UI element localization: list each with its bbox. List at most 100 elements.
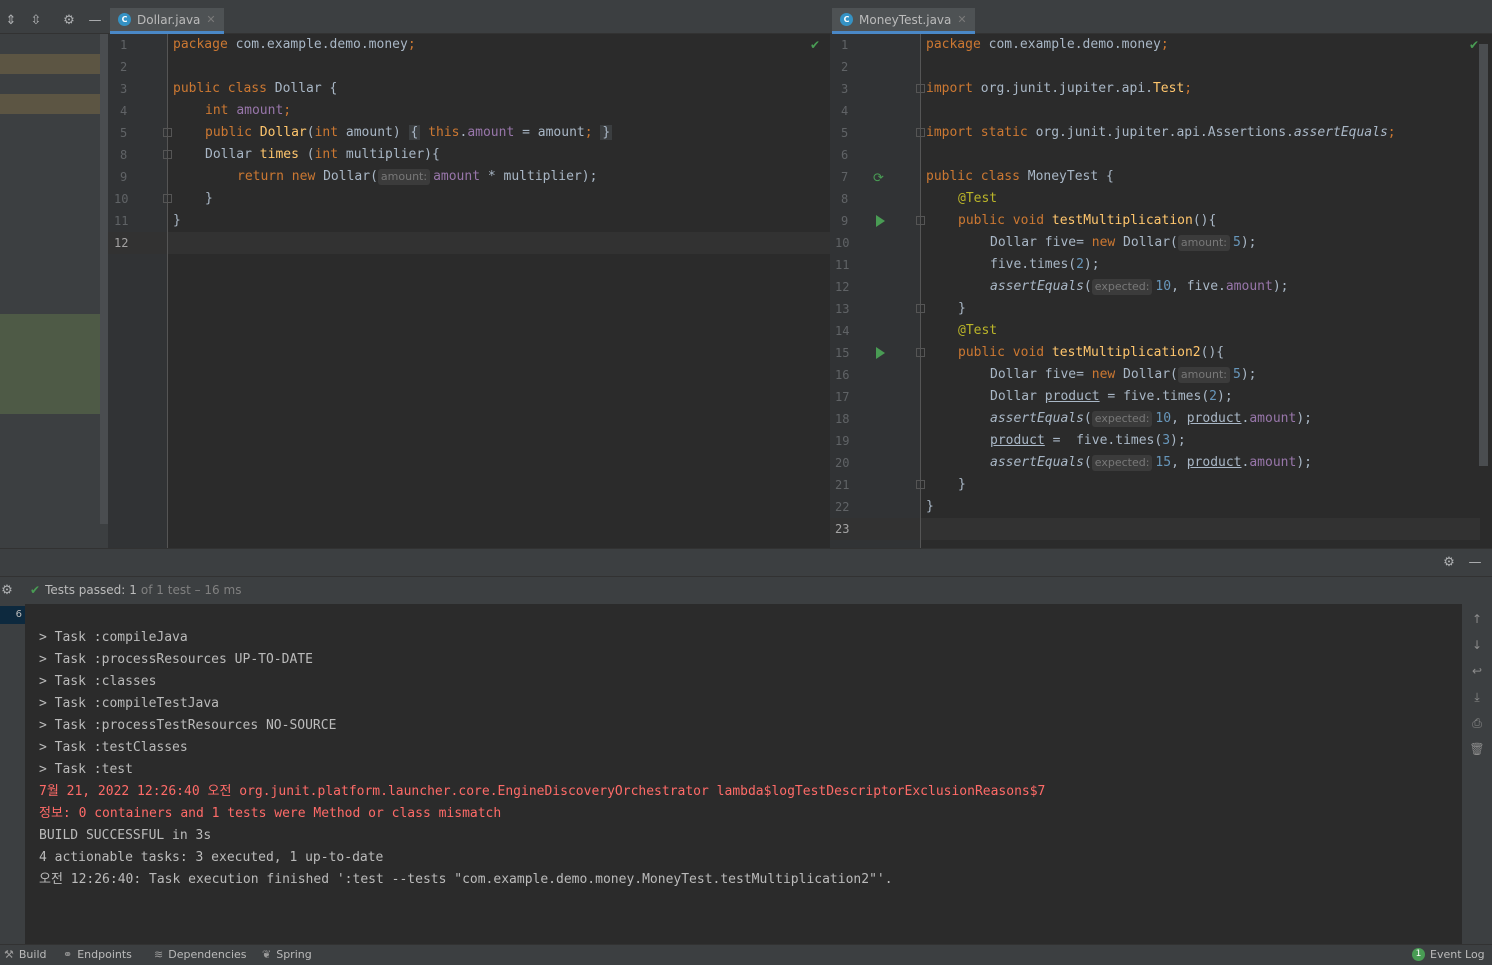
highlight-band [0,314,100,414]
token: 5 [1233,367,1241,382]
line-number: 23 [835,522,850,536]
event-log-button[interactable]: 1 Event Log [1412,948,1485,961]
trash-icon[interactable]: 🗑 [1468,740,1486,758]
token: return new [237,169,316,184]
token: amount [467,125,515,140]
token: Dollar [205,147,260,162]
editor-scrollbar[interactable] [1479,44,1488,466]
token: com.example.demo.money [227,37,408,52]
run-all-tests-icon[interactable]: ⟳ [873,171,884,186]
token: ( [1083,411,1092,426]
java-test-class-icon: C [840,13,853,26]
console-line: > Task :processResources UP-TO-DATE [39,652,313,667]
token: testMultiplication2 [1044,345,1201,360]
close-icon[interactable]: ✕ [206,13,215,26]
token: amount [433,169,481,184]
token: import [926,81,973,96]
code-line: Dollar five= new Dollar(amount: 5); [990,232,1257,254]
expand-all-icon[interactable]: ⇕ [2,12,20,30]
token: public [205,125,252,140]
token: int [205,103,229,118]
code-line: five.times(2); [990,254,1100,276]
token: = amount [514,125,585,140]
token: amount [1225,279,1273,294]
tab-moneytest-java[interactable]: C MoneyTest.java ✕ [832,8,975,34]
soft-wrap-icon[interactable]: ↩ [1468,662,1486,680]
token: public void [958,345,1045,360]
code-line: public class MoneyTest { [926,166,1114,188]
token: 2 [1076,257,1084,272]
token: 3 [1162,433,1171,448]
fold-marker[interactable] [916,304,925,313]
token: package [173,37,228,52]
console-line: > Task :testClasses [39,740,188,755]
spring-tool-button[interactable]: ❦ Spring [262,948,312,961]
line-number: 11 [114,214,129,228]
console-line: BUILD SUCCESSFUL in 3s [39,828,212,843]
token: new [1091,367,1116,382]
tab-dollar-java[interactable]: C Dollar.java ✕ [110,8,224,34]
token: Dollar five= [990,367,1092,382]
arrow-up-icon[interactable]: ↑ [1468,610,1486,628]
token: } [600,125,613,140]
token: ; [1387,125,1396,140]
token: 10 [1155,279,1172,294]
minimize-icon[interactable]: — [86,12,104,30]
close-icon[interactable]: ✕ [957,13,966,26]
code-line: package com.example.demo.money; [173,34,416,56]
scroll-to-end-icon[interactable]: ⤓ [1468,688,1486,706]
run-panel-header: ⚙ — [0,548,1492,576]
parameter-hint: expected: [1091,411,1153,427]
token: ; [1184,81,1193,96]
token: org.junit.jupiter.api.Assertions. [1027,125,1294,140]
fold-marker[interactable] [916,480,925,489]
status-suffix: of 1 test – 16 ms [140,583,242,597]
token: , five. [1171,279,1226,294]
token: ); [1240,367,1257,382]
token: amount [1249,455,1297,470]
line-number: 17 [835,390,850,404]
line-number: 9 [120,170,128,184]
line-number: 7 [841,170,849,184]
code-line: public void testMultiplication(){ [958,210,1216,232]
token: ; [407,37,416,52]
token: com.example.demo.money [980,37,1161,52]
console-output[interactable]: > Task :compileJava > Task :processResour… [25,604,1462,944]
console-line: 오전 12:26:40: Task execution finished ':t… [39,872,893,887]
test-duration-badge[interactable]: 6 ms [0,606,25,624]
fold-marker[interactable] [916,84,925,93]
code-line: @Test [958,188,997,210]
line-number: 1 [841,38,849,52]
token: ); [1272,279,1289,294]
print-icon[interactable]: ⎙ [1468,714,1486,732]
gear-icon[interactable]: ⚙ [60,12,78,30]
collapse-all-icon[interactable]: ⇳ [27,12,45,30]
gear-icon[interactable]: ⚙ [1440,554,1458,572]
token: Dollar( [315,169,378,184]
minimize-icon[interactable]: — [1466,554,1484,572]
fold-marker[interactable] [916,348,925,357]
test-result: ✔ Tests passed: 1 of 1 test – 16 ms [30,583,241,597]
endpoints-tool-button[interactable]: ⚭ Endpoints [63,948,132,961]
left-editor-tabbar: ⇕ ⇳ ⚙ — C Dollar.java ✕ [0,8,830,34]
spring-label: Spring [276,948,312,961]
fold-marker[interactable] [916,216,925,225]
gear-icon[interactable]: ⚙ [0,582,16,600]
structure-scrollbar[interactable] [100,34,108,524]
endpoints-label: Endpoints [77,948,132,961]
run-test-icon[interactable] [876,215,885,227]
token: ; [1160,37,1169,52]
endpoints-icon: ⚭ [63,948,73,961]
token: 15 [1155,455,1172,470]
token: Dollar { [266,81,338,96]
inspection-ok-icon[interactable]: ✔ [1469,38,1479,52]
dependencies-tool-button[interactable]: ≋ Dependencies [154,948,247,961]
token: @Test [958,323,998,338]
run-test-icon[interactable] [876,347,885,359]
arrow-down-icon[interactable]: ↓ [1468,636,1486,654]
token: int [314,147,339,162]
fold-marker[interactable] [916,128,925,137]
layers-icon: ≋ [154,948,164,961]
build-tool-button[interactable]: ⚒ Build [4,948,47,961]
inspection-ok-icon[interactable]: ✔ [810,38,820,52]
